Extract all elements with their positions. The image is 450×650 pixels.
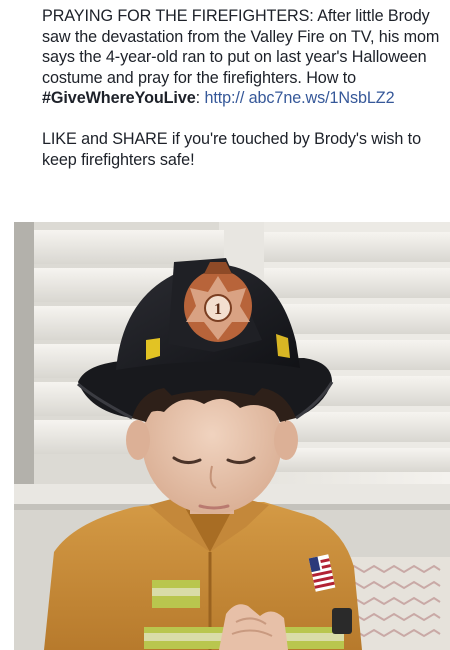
badge-number: 1 [214,301,222,318]
social-post: PRAYING FOR THE FIREFIGHTERS: After litt… [0,0,450,650]
article-link[interactable]: http:// abc7ne.ws/1NsbLZ2 [204,89,394,107]
post-caption: PRAYING FOR THE FIREFIGHTERS: After litt… [42,6,442,109]
post-text: PRAYING FOR THE FIREFIGHTERS: After litt… [42,6,442,171]
post-photo[interactable]: 1 [14,222,450,650]
boy-firefighter-photo: 1 [14,222,450,650]
hashtag-link[interactable]: #GiveWhereYouLive [42,89,196,107]
caption-lead: PRAYING FOR THE FIREFIGHTERS: After litt… [42,7,440,87]
call-to-action: LIKE and SHARE if you're touched by Brod… [42,130,421,170]
